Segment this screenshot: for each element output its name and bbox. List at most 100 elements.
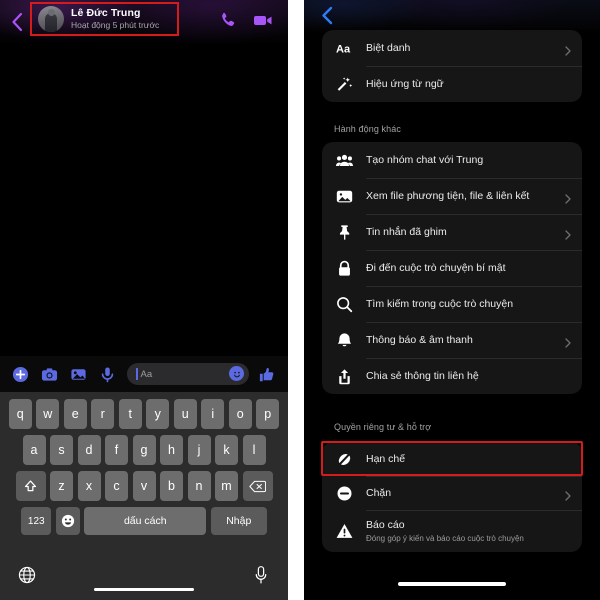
row-share-contact-info[interactable]: Chia sẻ thông tin liên hệ	[322, 358, 582, 394]
row-report[interactable]: Báo cáo Đóng góp ý kiến và báo cáo cuộc …	[322, 510, 582, 552]
keyboard-row-2: a s d f g h j k l	[0, 429, 288, 465]
key-numeric[interactable]: 123	[21, 507, 52, 535]
row-secret-conversation[interactable]: Đi đến cuộc trò chuyện bí mật	[322, 250, 582, 286]
key-j[interactable]: j	[187, 435, 211, 465]
card-appearance: Aa Biệt danh Hiệu ứng từ ngữ	[322, 30, 582, 102]
key-n[interactable]: n	[187, 471, 211, 501]
key-m[interactable]: m	[215, 471, 238, 501]
contact-info: Lê Đức Trung Hoạt động 5 phút trước	[71, 8, 159, 30]
key-r[interactable]: r	[91, 399, 115, 429]
warning-icon	[336, 523, 353, 540]
row-label: Đi đến cuộc trò chuyện bí mật	[366, 261, 506, 274]
key-f[interactable]: f	[105, 435, 128, 465]
plus-circle-icon[interactable]	[12, 366, 29, 383]
share-icon	[336, 368, 353, 385]
chevron-right-icon	[565, 43, 571, 56]
block-icon	[336, 485, 353, 502]
magic-wand-icon	[336, 76, 353, 93]
key-l[interactable]: l	[242, 435, 266, 465]
chevron-left-icon[interactable]	[10, 12, 24, 32]
screenshot-root: Lê Đức Trung Hoạt động 5 phút trước Aa q…	[0, 0, 600, 600]
card-other-actions: Tạo nhóm chat với Trung Xem file phương …	[322, 142, 582, 394]
svg-text:Aa: Aa	[336, 43, 351, 55]
message-composer: Aa	[0, 356, 288, 392]
restrict-icon	[336, 451, 353, 468]
row-word-effects[interactable]: Hiệu ứng từ ngữ	[322, 66, 582, 102]
key-k[interactable]: k	[215, 435, 238, 465]
phone-icon[interactable]	[218, 10, 238, 30]
lock-icon	[336, 260, 353, 277]
keyboard-row-1: q w e r t y u i o p	[0, 392, 288, 429]
globe-icon[interactable]	[18, 566, 36, 584]
key-t[interactable]: t	[118, 399, 142, 429]
microphone-icon[interactable]	[254, 564, 268, 586]
row-search-in-conversation[interactable]: Tìm kiếm trong cuộc trò chuyện	[322, 286, 582, 322]
header-actions	[218, 10, 272, 30]
key-q[interactable]: q	[8, 399, 32, 429]
key-c[interactable]: c	[105, 471, 128, 501]
message-placeholder: Aa	[140, 368, 153, 380]
row-label: Xem file phương tiện, file & liên kết	[366, 189, 530, 202]
microphone-icon[interactable]	[99, 366, 116, 383]
key-a[interactable]: a	[22, 435, 46, 465]
text-caret	[136, 368, 138, 380]
home-indicator	[94, 587, 194, 591]
camera-icon[interactable]	[41, 366, 58, 383]
chat-message-area	[0, 44, 288, 356]
chat-header: Lê Đức Trung Hoạt động 5 phút trước	[0, 0, 288, 44]
key-d[interactable]: d	[77, 435, 101, 465]
key-space[interactable]: dấu cách	[84, 507, 207, 535]
section-title-other-actions: Hành động khác	[334, 124, 401, 134]
thumbs-up-icon[interactable]	[258, 366, 275, 383]
key-h[interactable]: h	[160, 435, 183, 465]
shift-icon[interactable]	[15, 471, 46, 501]
smiley-icon[interactable]	[229, 366, 244, 381]
row-notifications-sounds[interactable]: Thông báo & âm thanh	[322, 322, 582, 358]
key-enter[interactable]: Nhập	[210, 507, 267, 535]
row-pinned-messages[interactable]: Tin nhắn đã ghim	[322, 214, 582, 250]
right-phone-screen: Aa Biệt danh Hiệu ứng từ ngữ Hành động k…	[304, 0, 600, 600]
backspace-icon[interactable]	[242, 471, 273, 501]
key-b[interactable]: b	[160, 471, 183, 501]
chevron-left-icon[interactable]	[320, 6, 334, 25]
row-view-media-files-links[interactable]: Xem file phương tiện, file & liên kết	[322, 178, 582, 214]
media-photo-icon	[336, 188, 353, 205]
key-x[interactable]: x	[77, 471, 101, 501]
key-p[interactable]: p	[256, 399, 280, 429]
photo-icon[interactable]	[70, 366, 87, 383]
group-people-icon	[336, 152, 353, 169]
row-block[interactable]: Chặn	[322, 476, 582, 510]
row-label: Chia sẻ thông tin liên hệ	[366, 369, 479, 382]
bell-icon	[336, 332, 353, 349]
row-text-wrap: Báo cáo Đóng góp ý kiến và báo cáo cuộc …	[366, 519, 524, 543]
key-u[interactable]: u	[173, 399, 197, 429]
video-camera-icon[interactable]	[252, 10, 272, 30]
emoji-icon[interactable]	[55, 507, 80, 535]
key-w[interactable]: w	[36, 399, 60, 429]
contact-status: Hoạt động 5 phút trước	[71, 20, 160, 31]
pin-icon	[336, 224, 353, 241]
chevron-right-icon	[565, 227, 571, 240]
card-privacy-support: Hạn chế Chặn Báo cáo Đóng góp ý kiến và …	[322, 442, 582, 552]
row-label: Hạn chế	[366, 452, 406, 465]
key-y[interactable]: y	[146, 399, 170, 429]
contact-profile-highlight[interactable]: Lê Đức Trung Hoạt động 5 phút trước	[30, 2, 179, 36]
avatar	[38, 6, 64, 32]
key-s[interactable]: s	[50, 435, 73, 465]
key-g[interactable]: g	[132, 435, 156, 465]
message-input[interactable]: Aa	[127, 363, 249, 385]
key-o[interactable]: o	[228, 399, 252, 429]
panel-divider	[288, 0, 304, 600]
right-header-gradient	[304, 0, 600, 34]
keyboard-row-4: 123 dấu cách Nhập	[0, 501, 288, 535]
key-z[interactable]: z	[50, 471, 73, 501]
key-e[interactable]: e	[63, 399, 87, 429]
row-nickname[interactable]: Aa Biệt danh	[322, 30, 582, 66]
chevron-right-icon	[565, 488, 571, 501]
key-i[interactable]: i	[201, 399, 225, 429]
contact-name: Lê Đức Trung	[71, 7, 141, 20]
row-create-group-chat[interactable]: Tạo nhóm chat với Trung	[322, 142, 582, 178]
row-restrict[interactable]: Hạn chế	[322, 442, 582, 476]
key-v[interactable]: v	[132, 471, 156, 501]
row-label: Hiệu ứng từ ngữ	[366, 77, 444, 90]
